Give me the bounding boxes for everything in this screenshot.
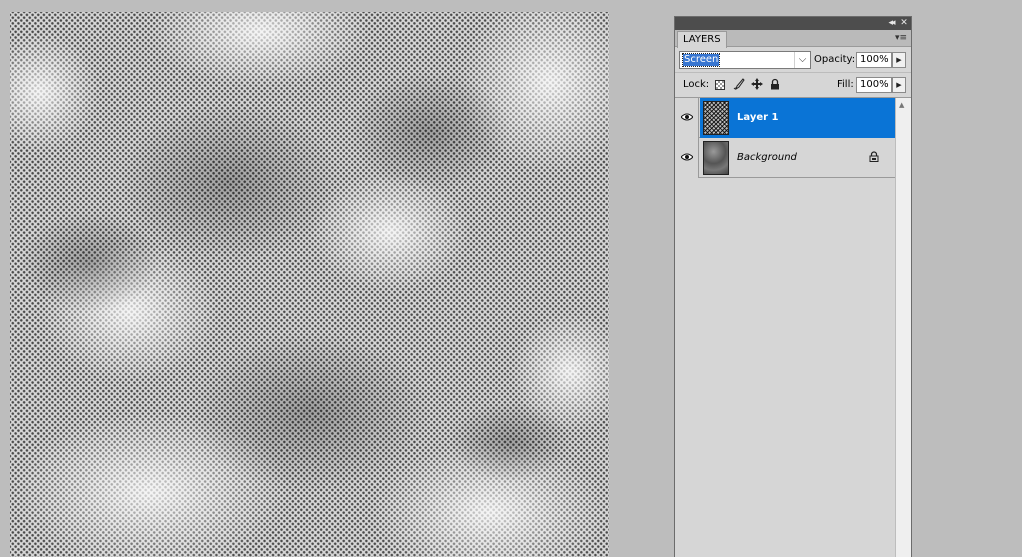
blend-mode-value: Screen	[681, 53, 721, 67]
fill-slider-button[interactable]: ▶	[892, 77, 906, 93]
layers-list: Layer 1 Background	[675, 98, 895, 557]
chevron-down-icon[interactable]: ⌵	[794, 52, 810, 68]
opacity-input[interactable]: 100%	[856, 52, 892, 68]
panel-menu-icon[interactable]: ▾≡	[894, 32, 908, 44]
layer-body-selected[interactable]: Layer 1	[700, 98, 895, 138]
layers-panel: ◂◂ ✕ LAYERS ▾≡ Screen ⌵ Opacity: 100% ▶ …	[674, 16, 912, 557]
double-chevron-left-icon[interactable]: ◂◂	[885, 17, 897, 30]
lock-image-pixels-icon[interactable]	[732, 78, 746, 92]
lock-transparent-pixels-icon[interactable]	[713, 78, 727, 92]
layer-visibility-toggle[interactable]	[675, 98, 699, 138]
lock-position-icon[interactable]	[750, 78, 764, 92]
panel-tab-bar: LAYERS ▾≡	[675, 30, 911, 48]
scroll-up-icon[interactable]: ▲	[899, 101, 904, 109]
eye-icon	[681, 113, 693, 121]
fill-input[interactable]: 100%	[856, 77, 892, 93]
layer-name: Background	[737, 152, 797, 163]
opacity-label: Opacity:	[814, 54, 856, 65]
lock-options-row: Lock: Fill: 100% ▶	[675, 73, 911, 98]
panel-titlebar[interactable]: ◂◂ ✕	[675, 17, 911, 30]
layer-row-background[interactable]: Background	[675, 138, 895, 178]
eye-icon	[681, 153, 693, 161]
layers-scrollbar[interactable]: ▲	[895, 98, 911, 557]
fill-label: Fill:	[837, 79, 854, 90]
layer-visibility-toggle[interactable]	[675, 138, 699, 178]
blend-mode-select[interactable]: Screen ⌵	[679, 51, 811, 69]
blend-options-row: Screen ⌵ Opacity: 100% ▶	[675, 47, 911, 73]
opacity-slider-button[interactable]: ▶	[892, 52, 906, 68]
layer-row-layer-1[interactable]: Layer 1	[675, 98, 895, 138]
document-canvas[interactable]	[10, 12, 609, 557]
lock-label: Lock:	[683, 79, 710, 90]
canvas-image	[10, 12, 609, 557]
layer-thumbnail	[703, 101, 729, 135]
lock-all-icon[interactable]	[768, 78, 782, 92]
layer-name: Layer 1	[737, 112, 779, 123]
close-icon[interactable]: ✕	[898, 17, 910, 30]
tab-layers[interactable]: LAYERS	[677, 31, 727, 48]
lock-icon	[869, 151, 879, 165]
layer-thumbnail	[703, 141, 729, 175]
